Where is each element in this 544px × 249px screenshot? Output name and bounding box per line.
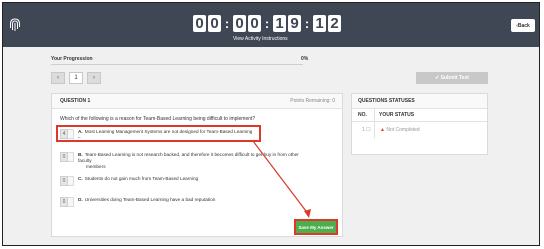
statuses-header: QUESTIONS STATUSES <box>352 94 487 109</box>
statuses-title: QUESTIONS STATUSES <box>358 98 415 104</box>
question-statuses-panel: QUESTIONS STATUSES NO. YOUR STATUS 1 ☐ ▲… <box>351 93 488 155</box>
app-frame: 0 0 : 0 0 : 1 9 : 1 2 View Activity Inst… <box>2 2 540 246</box>
status-row[interactable]: 1 ☐ ▲ Not Completed <box>352 122 487 138</box>
statuses-columns: NO. YOUR STATUS <box>352 108 487 122</box>
status-row-status: ▲ Not Completed <box>380 127 420 133</box>
column-no: NO. <box>358 112 367 118</box>
status-row-number: 1 ☐ <box>362 127 371 133</box>
column-status: YOUR STATUS <box>379 112 415 118</box>
status-text: Not Completed <box>386 127 420 133</box>
not-completed-marker-icon: ▲ <box>380 127 385 133</box>
save-answer-button[interactable]: Save My Answer <box>294 219 338 235</box>
